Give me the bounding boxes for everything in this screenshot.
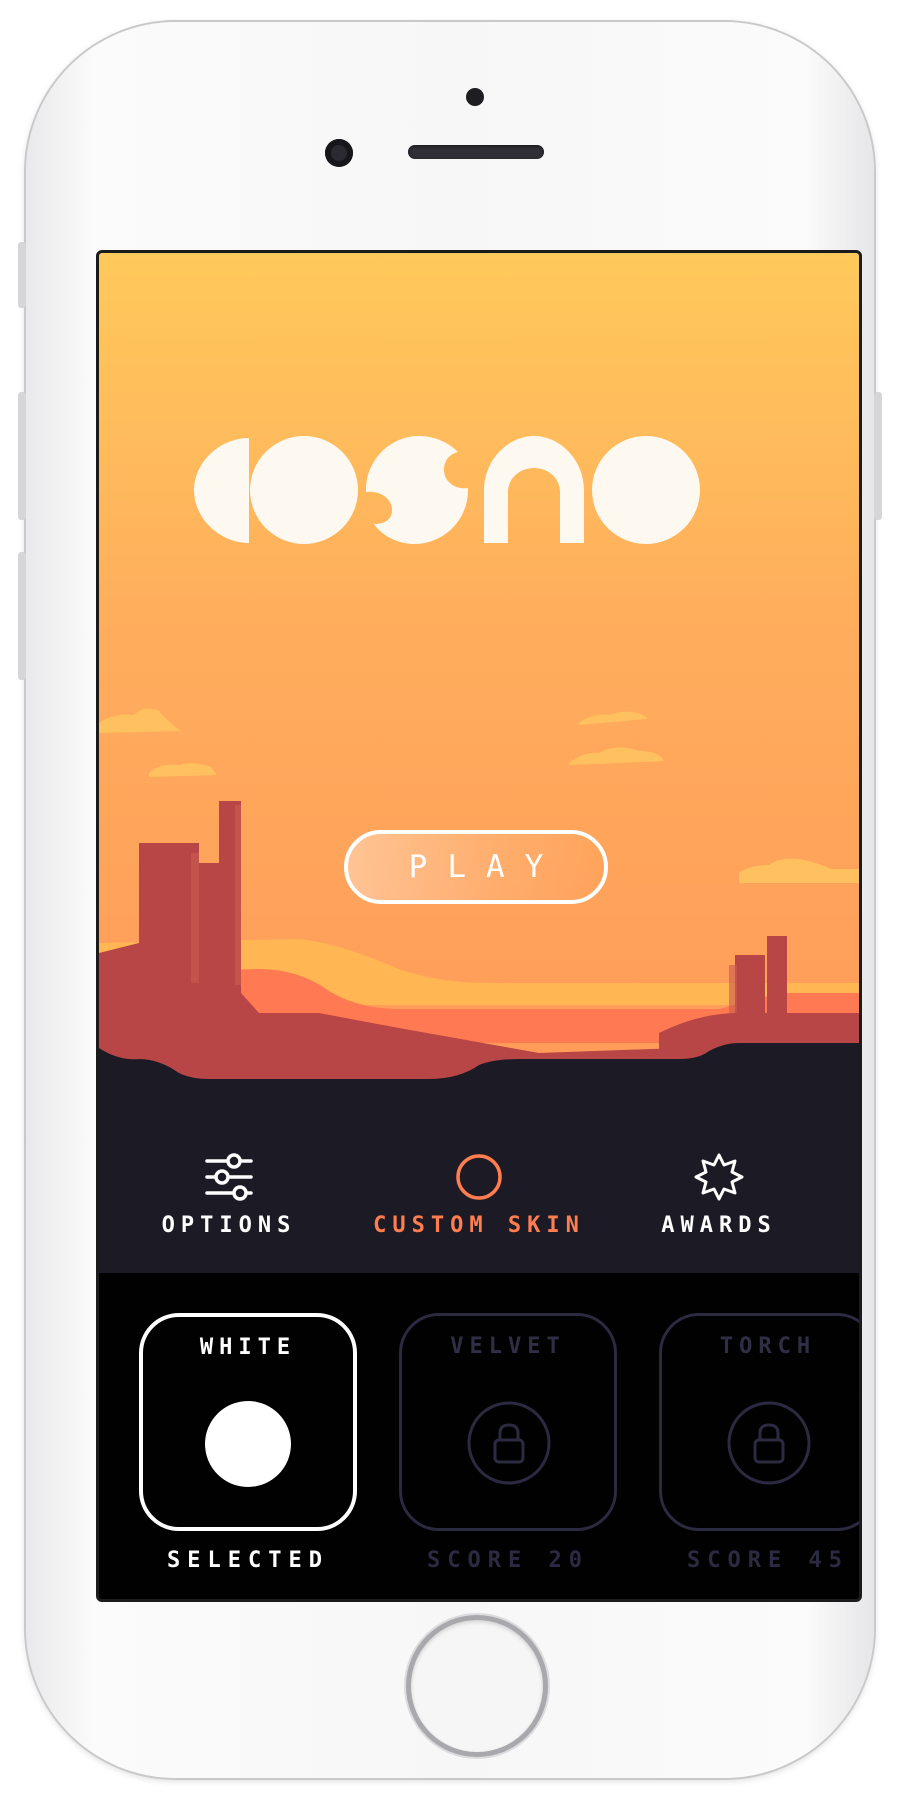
mute-switch <box>18 242 26 308</box>
sliders-icon <box>205 1153 253 1201</box>
proximity-sensor <box>466 88 484 106</box>
skin-status: SCORE 45 <box>687 1548 849 1573</box>
play-button-label: PLAY <box>408 849 564 885</box>
skin-name: WHITE <box>199 1335 297 1360</box>
options-button[interactable]: OPTIONS <box>139 1153 319 1238</box>
ring-icon <box>456 1154 502 1200</box>
awards-button[interactable]: AWARDS <box>629 1153 809 1238</box>
skin-name: VELVET <box>450 1334 566 1359</box>
power-button <box>874 392 882 520</box>
skin-status: SCORE 20 <box>427 1548 589 1573</box>
phone-frame: PLAY OPTIONS CUSTOM SKIN AWARDS WHITE SE… <box>18 22 882 1778</box>
home-button[interactable] <box>411 1620 543 1752</box>
skin-carousel: WHITE SELECTED VELVET SCORE 20 TORCH SCO… <box>99 1273 859 1599</box>
awards-label: AWARDS <box>661 1213 777 1238</box>
skin-name: TORCH <box>719 1334 817 1359</box>
desert-landscape <box>99 708 859 1093</box>
lock-icon <box>727 1401 811 1485</box>
earpiece-speaker <box>408 145 544 159</box>
game-screen: PLAY OPTIONS CUSTOM SKIN AWARDS WHITE SE… <box>96 250 862 1602</box>
white-ball-preview <box>205 1401 291 1487</box>
skin-card-velvet[interactable]: VELVET <box>399 1313 617 1531</box>
custom-skin-label: CUSTOM SKIN <box>373 1213 585 1238</box>
options-label: OPTIONS <box>161 1213 297 1238</box>
front-camera <box>325 139 353 167</box>
volume-up-button <box>18 392 26 520</box>
skin-card-white[interactable]: WHITE <box>139 1313 357 1531</box>
skin-card-torch[interactable]: TORCH <box>659 1313 859 1531</box>
main-menu: OPTIONS CUSTOM SKIN AWARDS <box>99 1093 859 1273</box>
volume-down-button <box>18 552 26 680</box>
skin-status: SELECTED <box>167 1548 329 1573</box>
custom-skin-button[interactable]: CUSTOM SKIN <box>359 1153 599 1238</box>
lock-icon <box>467 1401 551 1485</box>
starburst-icon <box>694 1153 744 1201</box>
play-button[interactable]: PLAY <box>344 830 608 904</box>
